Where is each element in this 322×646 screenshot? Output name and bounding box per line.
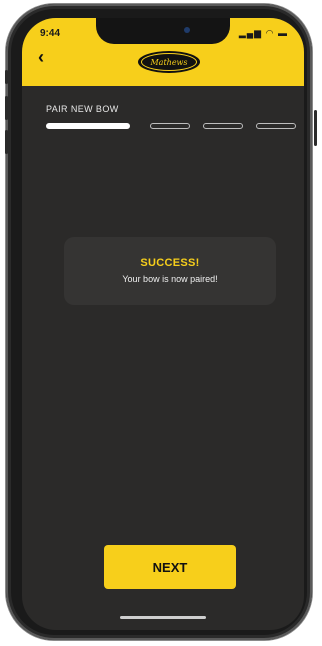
step-indicator-1 [46,123,130,129]
chevron-left-icon[interactable]: ‹ [38,48,44,66]
success-title: SUCCESS! [140,257,200,269]
step-indicator-4 [256,123,296,129]
side-button-volume-up [5,96,8,120]
step-indicator-2 [150,123,190,129]
success-card: SUCCESS! Your bow is now paired! [64,237,276,305]
next-button[interactable]: NEXT [104,545,236,589]
app-screen: 9:44 ▂▄▆ ◠ ▬ ‹ Mathews PAIR NEW BOW SUCC… [22,18,304,630]
logo-text: Mathews [141,53,197,71]
signal-icon: ▂▄▆ [238,28,263,38]
success-message: Your bow is now paired! [122,274,218,284]
wifi-icon: ◠ [265,28,275,38]
page-title: PAIR NEW BOW [46,104,119,114]
camera-icon [184,27,190,33]
step-indicator-3 [203,123,243,129]
app-header: 9:44 ▂▄▆ ◠ ▬ ‹ Mathews [22,18,304,86]
status-icons: ▂▄▆ ◠ ▬ [239,28,288,39]
side-button-mute [5,70,8,84]
side-button-volume-down [5,130,8,154]
step-progress [46,123,296,131]
brand-logo: Mathews [138,51,200,73]
battery-icon: ▬ [278,28,288,38]
home-indicator[interactable] [120,616,206,619]
status-time: 9:44 [40,28,61,39]
notch [96,18,230,44]
side-button-power [314,110,317,146]
